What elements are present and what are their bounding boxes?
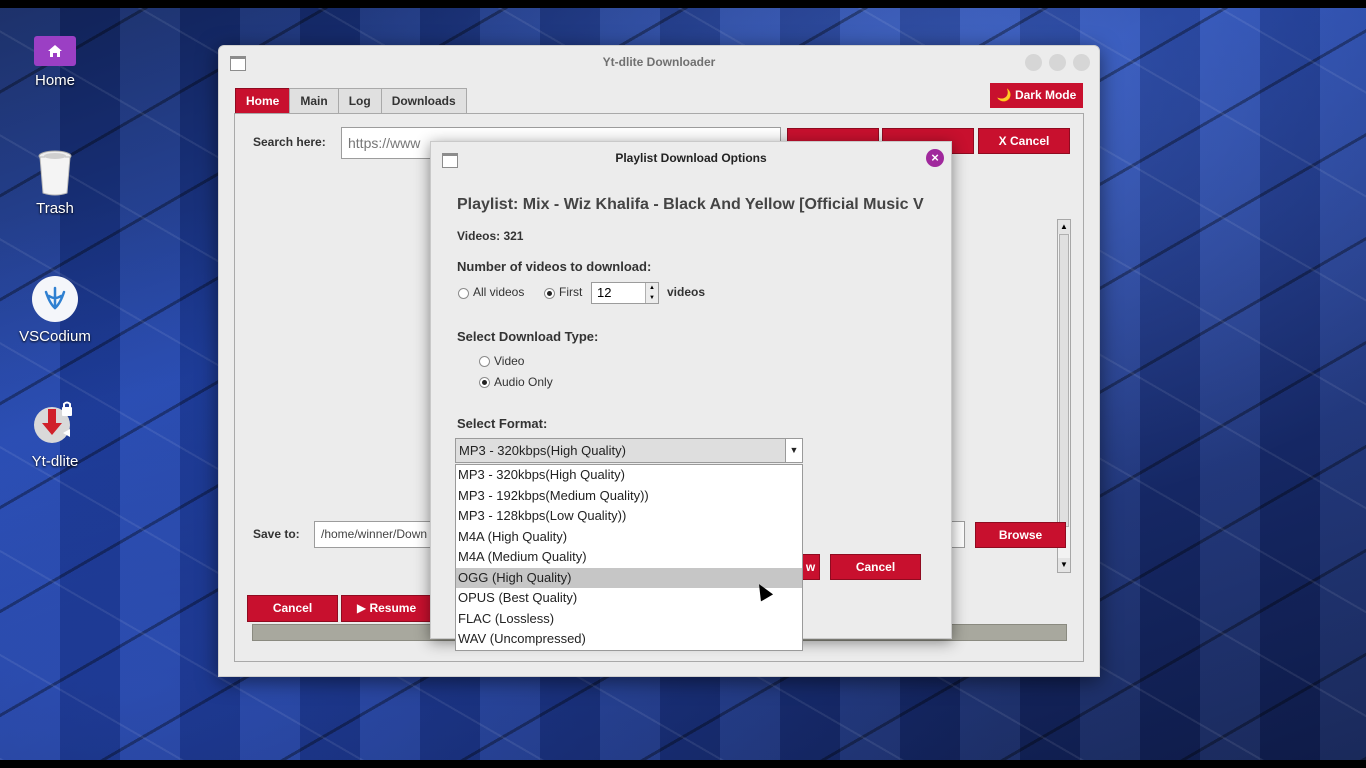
dialog-titlebar[interactable]: Playlist Download Options × xyxy=(431,142,951,174)
all-videos-radio[interactable] xyxy=(458,288,469,299)
videos-suffix: videos xyxy=(667,285,706,299)
dialog-window-icon xyxy=(442,153,458,168)
audio-type-label[interactable]: Audio Only xyxy=(494,375,553,389)
format-option[interactable]: M4A (Medium Quality) xyxy=(456,547,802,568)
desktop-icon-trash[interactable]: Trash xyxy=(0,150,110,217)
desktop-icon-label: VSCodium xyxy=(19,328,91,345)
desktop-icon-label: Home xyxy=(34,72,75,89)
desktop-icon-label: Trash xyxy=(36,200,74,217)
format-selected-value: MP3 - 320kbps(High Quality) xyxy=(459,443,626,458)
partial-hidden-button[interactable]: w xyxy=(801,554,820,580)
trash-icon xyxy=(37,150,73,196)
dialog-title: Playlist Download Options xyxy=(615,151,767,165)
chevron-down-icon[interactable]: ▼ xyxy=(785,439,802,462)
format-option[interactable]: MP3 - 192kbps(Medium Quality)) xyxy=(456,486,802,507)
dialog-close-icon[interactable]: × xyxy=(926,149,944,167)
scroll-up-arrow[interactable]: ▲ xyxy=(1058,220,1070,234)
num-videos-label: Number of videos to download: xyxy=(457,259,652,274)
resume-button[interactable]: ▶ Resume xyxy=(341,595,432,622)
dark-mode-button[interactable]: 🌙 Dark Mode xyxy=(990,83,1083,108)
download-type-label: Select Download Type: xyxy=(457,329,599,344)
tab-home[interactable]: Home xyxy=(235,88,291,114)
top-black-bar xyxy=(0,0,1366,8)
yt-dlite-icon xyxy=(30,401,80,447)
desktop-icon-yt-dlite[interactable]: Yt-dlite xyxy=(0,401,110,470)
tab-downloads[interactable]: Downloads xyxy=(380,88,467,114)
videos-count: Videos: 321 xyxy=(457,229,524,243)
format-option-highlighted[interactable]: OGG (High Quality) xyxy=(456,567,802,588)
browse-button[interactable]: Browse xyxy=(975,522,1066,548)
scroll-down-arrow[interactable]: ▼ xyxy=(1058,558,1070,572)
window-title: Yt-dlite Downloader xyxy=(602,55,716,69)
playlist-title: Playlist: Mix - Wiz Khalifa - Black And … xyxy=(457,196,924,213)
format-select[interactable]: MP3 - 320kbps(High Quality) ▼ xyxy=(455,438,803,463)
video-type-radio[interactable] xyxy=(479,356,490,367)
all-videos-label[interactable]: All videos xyxy=(473,285,524,299)
save-label: Save to: xyxy=(253,527,300,541)
maximize-button[interactable] xyxy=(1049,54,1066,71)
vscodium-icon xyxy=(32,276,78,322)
video-type-label[interactable]: Video xyxy=(494,354,524,368)
format-dropdown-list: MP3 - 320kbps(High Quality) MP3 - 192kbp… xyxy=(455,464,803,651)
window-titlebar[interactable]: Yt-dlite Downloader xyxy=(219,46,1099,78)
tab-main[interactable]: Main xyxy=(289,88,339,114)
format-option[interactable]: WAV (Uncompressed) xyxy=(456,629,802,650)
format-option[interactable]: MP3 - 320kbps(High Quality) xyxy=(456,465,802,486)
cancel-top-button[interactable]: X Cancel xyxy=(978,128,1070,154)
window-icon xyxy=(230,56,246,71)
save-path-input[interactable]: /home/winner/Down xyxy=(314,521,444,548)
desktop-icon-label: Yt-dlite xyxy=(31,453,79,470)
first-label[interactable]: First xyxy=(559,285,582,299)
audio-type-radio[interactable] xyxy=(479,377,490,388)
format-option[interactable]: OPUS (Best Quality) xyxy=(456,588,802,609)
tab-log[interactable]: Log xyxy=(337,88,382,114)
tab-bar: Home Main Log Downloads xyxy=(235,88,467,114)
first-count-value: 12 xyxy=(597,285,612,300)
format-option[interactable]: MP3 - 128kbps(Low Quality)) xyxy=(456,506,802,527)
scroll-thumb[interactable] xyxy=(1059,234,1069,527)
dialog-cancel-button[interactable]: Cancel xyxy=(830,554,921,580)
desktop-icon-home[interactable]: Home xyxy=(0,36,110,89)
format-option[interactable]: M4A (High Quality) xyxy=(456,527,802,548)
first-radio[interactable] xyxy=(544,288,555,299)
cancel-download-button[interactable]: Cancel xyxy=(247,595,338,622)
minimize-button[interactable] xyxy=(1025,54,1042,71)
first-count-spinbox[interactable]: 12 ▲ ▼ xyxy=(591,282,659,304)
format-label: Select Format: xyxy=(457,416,548,431)
search-label: Search here: xyxy=(253,135,326,149)
spinbox-arrows-icon[interactable]: ▲ ▼ xyxy=(645,283,658,303)
home-icon xyxy=(34,36,76,66)
desktop-icon-vscodium[interactable]: VSCodium xyxy=(0,276,110,345)
bottom-black-bar xyxy=(0,760,1366,768)
format-option[interactable]: FLAC (Lossless) xyxy=(456,609,802,630)
results-scrollbar[interactable]: ▲ ▼ xyxy=(1057,219,1071,573)
close-button[interactable] xyxy=(1073,54,1090,71)
